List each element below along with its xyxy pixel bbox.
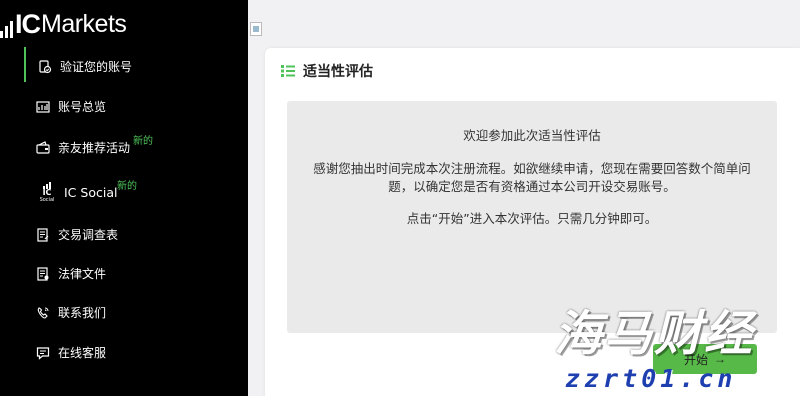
info-paragraph-line1: 感谢您抽出时间完成本次注册流程。如欲继续申请，您现在需要回答数个简单问 xyxy=(313,161,751,176)
sidebar-item-online-support[interactable]: 在线客服 xyxy=(36,344,106,361)
sidebar-item-trading-survey[interactable]: 交易调查表 xyxy=(36,226,118,243)
sidebar-item-contact-us[interactable]: 联系我们 xyxy=(36,304,106,321)
sidebar-item-ic-social[interactable]: IC Social IC Social xyxy=(38,182,117,203)
chart-overview-icon xyxy=(36,100,50,114)
sidebar-item-legal-documents[interactable]: 法律文件 xyxy=(36,265,106,282)
phone-contact-icon xyxy=(36,306,50,320)
ic-markets-logo[interactable]: IC Markets xyxy=(0,8,127,39)
sidebar-item-label: 账号总览 xyxy=(58,100,107,114)
sidebar-item-label: 在线客服 xyxy=(58,346,107,360)
info-paragraph-line2: 题，以确定您是否有资格通过本公司开设交易账号。 xyxy=(388,179,676,194)
sidebar-item-label: 法律文件 xyxy=(58,267,107,281)
sidebar-item-verify-account[interactable]: 验证您的账号 xyxy=(38,58,132,75)
sidebar-item-label: 联系我们 xyxy=(58,306,107,320)
logo-bars-icon xyxy=(0,16,13,38)
sidebar-item-label: IC Social xyxy=(64,185,118,200)
active-indicator xyxy=(24,47,26,82)
ic-social-icon: IC Social xyxy=(38,182,56,203)
sidebar-item-label: 亲友推荐活动 xyxy=(58,141,131,155)
sidebar-item-referral[interactable]: 亲友推荐活动 xyxy=(36,139,130,156)
sidebar-item-label: 交易调查表 xyxy=(58,228,119,242)
info-heading: 欢迎参加此次适当性评估 xyxy=(463,128,601,143)
broken-image-icon xyxy=(250,22,262,36)
card-title: 适当性评估 xyxy=(303,64,373,80)
card-header: 适当性评估 xyxy=(281,61,373,81)
chat-support-icon xyxy=(36,346,50,360)
list-icon xyxy=(281,65,295,77)
watermark-url: zzrt01.cn xyxy=(565,364,737,393)
sidebar: IC Markets 验证您的账号 账号总览 亲友推荐活动 新的 IC Soci… xyxy=(0,0,248,396)
wallet-referral-icon xyxy=(36,140,50,155)
info-instruction: 点击“开始”进入本次评估。只需几分钟即可。 xyxy=(406,211,658,226)
questionnaire-icon xyxy=(36,227,50,242)
legal-document-icon xyxy=(36,266,50,281)
watermark-title: 海马财经 xyxy=(554,306,755,362)
new-badge: 新的 xyxy=(133,136,153,147)
new-badge: 新的 xyxy=(117,181,137,192)
verify-account-icon xyxy=(38,59,52,74)
sidebar-item-label: 验证您的账号 xyxy=(60,60,133,74)
logo-ic-text: IC xyxy=(15,9,41,39)
logo-markets-text: Markets xyxy=(41,10,127,38)
sidebar-item-account-overview[interactable]: 账号总览 xyxy=(36,98,106,115)
